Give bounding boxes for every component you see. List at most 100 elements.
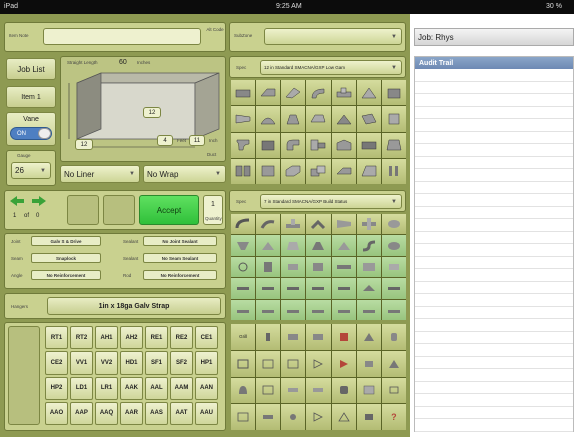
height-input[interactable]: 12 <box>143 107 161 118</box>
hanger-icon-5[interactable] <box>331 278 356 299</box>
boot-fitting-icon[interactable] <box>281 106 306 132</box>
rect-offset-icon[interactable] <box>306 158 331 184</box>
label-icon-2[interactable] <box>306 377 331 404</box>
splitter-fitting-icon[interactable] <box>231 158 256 184</box>
fittings-spec-select[interactable]: 7 in Standard SMACNA/GXP Build Status ▼ <box>260 194 402 209</box>
filter-icon[interactable] <box>281 324 306 350</box>
code-button[interactable]: AAQ <box>95 401 118 425</box>
blank-button-2[interactable] <box>103 195 135 225</box>
ring-icon[interactable] <box>231 256 256 278</box>
coupler-icon[interactable] <box>281 256 306 278</box>
code-button[interactable]: HP2 <box>45 376 68 400</box>
code-button[interactable]: RE1 <box>145 326 168 350</box>
mesh-icon[interactable] <box>356 377 381 404</box>
round-tee-icon[interactable] <box>281 214 306 235</box>
liner-select[interactable]: No Liner ▼ <box>60 165 140 183</box>
feet-input[interactable]: 11 <box>189 135 205 146</box>
seam-sealant-select[interactable]: No Seam Sealant <box>143 253 217 263</box>
arrow-right-icon[interactable] <box>31 195 47 207</box>
arrow-left-icon[interactable] <box>9 195 25 207</box>
triangle-icon[interactable] <box>331 404 356 430</box>
outline-square-icon[interactable] <box>231 404 256 430</box>
code-button[interactable]: VV1 <box>70 351 93 375</box>
code-button[interactable]: AAK <box>120 376 143 400</box>
hanger-icon-2[interactable] <box>256 278 281 299</box>
code-button[interactable]: AAL <box>145 376 168 400</box>
arrow-shape-icon[interactable] <box>306 404 331 430</box>
hangers-select[interactable]: 1in x 18ga Galv Strap <box>47 297 221 315</box>
code-button[interactable]: AAP <box>70 401 93 425</box>
access-door-icon[interactable] <box>231 350 256 377</box>
panel-misc-icon-2[interactable] <box>281 350 306 377</box>
spec-select[interactable]: 12 in Standard SMACNA/GXP Low Gam ▼ <box>260 60 402 75</box>
code-button[interactable]: LR1 <box>95 376 118 400</box>
code-button[interactable]: CE1 <box>195 326 218 350</box>
accept-button[interactable]: Accept <box>139 195 199 225</box>
diffuser-icon[interactable] <box>356 324 381 350</box>
joint-sealant-select[interactable]: No Joint Sealant <box>143 236 217 246</box>
gauge-select[interactable]: 26 ▼ <box>11 162 51 179</box>
code-button[interactable]: AAU <box>195 401 218 425</box>
code-button[interactable]: RT2 <box>70 326 93 350</box>
rect-fitting-icon[interactable] <box>231 80 256 106</box>
cylinder-icon[interactable] <box>381 324 406 350</box>
audit-trail-list[interactable]: Audit Trail <box>414 56 574 432</box>
spin-in-icon[interactable] <box>331 235 356 256</box>
hanger-icon-4[interactable] <box>306 278 331 299</box>
collar-fitting-icon[interactable] <box>381 132 406 158</box>
register-icon[interactable] <box>306 324 331 350</box>
code-button[interactable]: RT1 <box>45 326 68 350</box>
damper-fitting-icon[interactable] <box>356 132 381 158</box>
label-icon-1[interactable] <box>281 377 306 404</box>
frame-icon[interactable] <box>256 377 281 404</box>
code-button[interactable]: RE2 <box>170 326 193 350</box>
angle-select[interactable]: No Reinforcement <box>31 270 101 280</box>
angled-offset-icon[interactable] <box>356 106 381 132</box>
code-button[interactable]: SF2 <box>170 351 193 375</box>
code-button[interactable]: SF1 <box>145 351 168 375</box>
blank-button-1[interactable] <box>67 195 99 225</box>
conical-tap-icon[interactable] <box>306 235 331 256</box>
joint-select[interactable]: Galv S & Drive <box>31 236 101 246</box>
panel-fitting-icon[interactable] <box>256 256 281 278</box>
saddle-tap-icon[interactable] <box>256 235 281 256</box>
code-button[interactable]: VV2 <box>95 351 118 375</box>
bracket-misc-icon[interactable] <box>256 324 281 350</box>
ogee-offset-icon[interactable] <box>281 158 306 184</box>
tee-fitting-icon[interactable] <box>331 80 356 106</box>
clamp-icon[interactable] <box>381 256 406 278</box>
code-button[interactable]: AAO <box>45 401 68 425</box>
code-button[interactable]: AAN <box>195 376 218 400</box>
item-button[interactable]: Item 1 <box>6 86 56 108</box>
bracket-icon[interactable] <box>356 256 381 278</box>
end-cap-icon[interactable] <box>381 106 406 132</box>
code-button[interactable]: AAT <box>170 401 193 425</box>
support-icon-1[interactable] <box>231 299 256 320</box>
sleeve-icon[interactable] <box>306 256 331 278</box>
code-button[interactable]: AH2 <box>120 326 143 350</box>
duct-joint-icon[interactable] <box>331 158 356 184</box>
round-cross-icon[interactable] <box>356 214 381 235</box>
box-fitting-icon[interactable] <box>256 132 281 158</box>
bell-icon[interactable] <box>231 377 256 404</box>
help-icon[interactable]: ? <box>381 404 406 430</box>
round-offset-icon[interactable] <box>356 235 381 256</box>
subzone-select[interactable]: ▼ <box>264 28 402 45</box>
square-to-round-icon[interactable] <box>381 80 406 106</box>
seam-select[interactable]: Snaplock <box>31 253 101 263</box>
box-misc-icon[interactable] <box>381 377 406 404</box>
support-icon-3[interactable] <box>281 299 306 320</box>
play-shape-red-icon[interactable] <box>331 350 356 377</box>
depth-input[interactable]: 4 <box>157 135 173 146</box>
flex-duct-icon[interactable] <box>381 158 406 184</box>
block-icon[interactable] <box>356 404 381 430</box>
transition-fitting-icon[interactable] <box>256 80 281 106</box>
job-title-bar[interactable]: Job: Rhys <box>414 28 574 46</box>
square-misc-icon[interactable] <box>356 350 381 377</box>
code-button[interactable]: HP1 <box>195 351 218 375</box>
wye-fitting-icon[interactable] <box>356 80 381 106</box>
round-cap-icon[interactable] <box>381 214 406 235</box>
taper-fitting-icon[interactable] <box>356 158 381 184</box>
code-button[interactable]: AAM <box>170 376 193 400</box>
strap-icon[interactable] <box>331 256 356 278</box>
